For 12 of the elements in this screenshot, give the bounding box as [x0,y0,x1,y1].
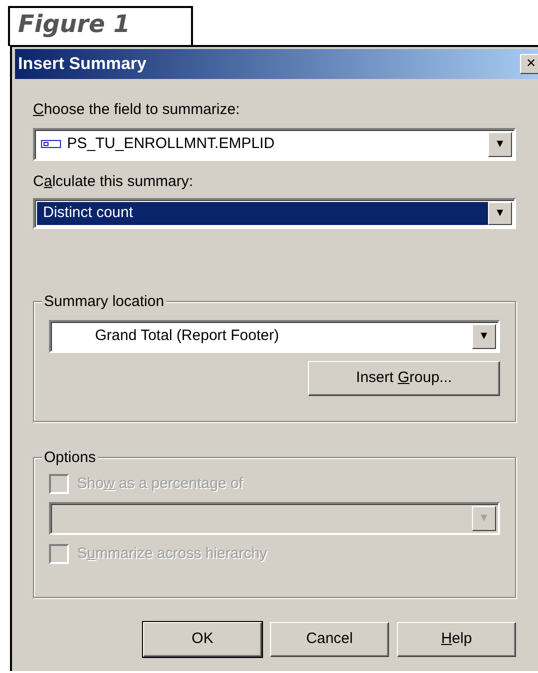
dropdown-field[interactable]: Grand Total (Report Footer) ▼ [49,320,500,353]
window-title: Insert Summary [18,53,146,76]
dropdown-field[interactable]: PS_TU_ENROLLMNT.EMPLID ▼ [33,128,516,160]
insert-group-button[interactable]: Insert Group... [308,361,500,396]
dialog-button[interactable]: OK [143,622,262,657]
field-icon [41,140,61,148]
field-label: Choose the field to summarize: [33,100,241,120]
dropdown-field[interactable]: Distinct count ▼ [33,198,516,229]
close-button[interactable]: × [520,54,538,74]
dialog-button[interactable]: Cancel [270,622,389,657]
summary-label: Calculate this summary: [33,172,194,192]
dialog-button[interactable]: Help [397,622,516,657]
